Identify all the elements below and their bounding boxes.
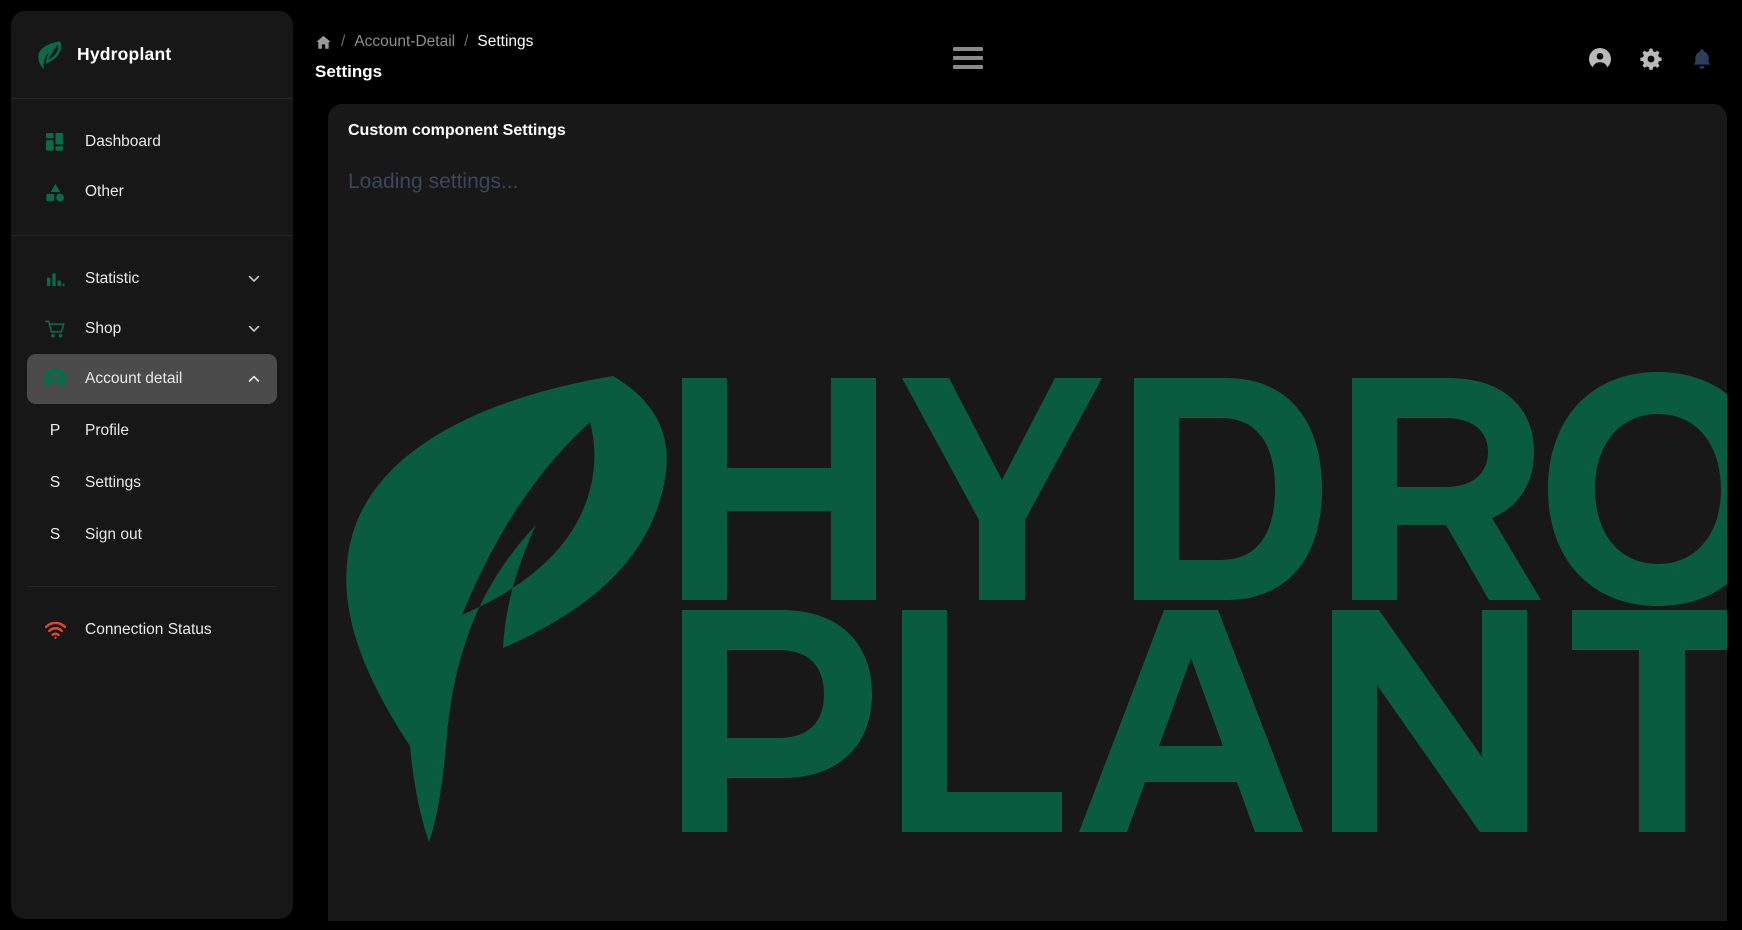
sidebar-subitem-label: Sign out	[85, 526, 142, 544]
sidebar-subitem-initial: S	[41, 526, 69, 544]
sidebar-footer-group: Connection Status	[11, 587, 293, 673]
wifi-icon	[41, 616, 69, 644]
hamburger-bar	[953, 65, 983, 69]
content-card: Custom component Settings Loading settin…	[328, 104, 1727, 921]
header-actions	[1588, 47, 1714, 71]
app-root: Hydroplant Dashboard	[0, 0, 1742, 930]
chevron-down-icon[interactable]	[245, 320, 263, 338]
sidebar-item-dashboard[interactable]: Dashboard	[27, 117, 277, 167]
card-title: Custom component Settings	[348, 122, 566, 140]
sidebar-item-label: Dashboard	[85, 133, 263, 151]
hamburger-menu-icon[interactable]	[953, 47, 983, 69]
chevron-down-icon[interactable]	[245, 270, 263, 288]
sidebar-item-account-detail[interactable]: Account detail	[27, 354, 277, 404]
sidebar-subitem-initial: P	[41, 422, 69, 440]
sidebar-item-label: Statistic	[85, 270, 245, 288]
leaf-icon	[346, 376, 666, 842]
breadcrumb-current: Settings	[477, 33, 533, 51]
sidebar-primary-group: Dashboard Other	[11, 99, 293, 236]
chevron-up-icon[interactable]	[245, 370, 263, 388]
page-title: Settings	[315, 62, 382, 82]
home-icon[interactable]	[315, 34, 332, 51]
brand-name: Hydroplant	[77, 44, 171, 65]
sidebar-item-shop[interactable]: Shop	[27, 304, 277, 354]
gear-icon[interactable]	[1639, 47, 1663, 71]
sidebar-item-connection-status[interactable]: Connection Status	[27, 605, 277, 655]
shapes-icon	[41, 178, 69, 206]
logo-text-plant	[682, 610, 1727, 832]
logo-text-hydro	[682, 372, 1727, 606]
top-header: / Account-Detail / Settings Settings	[293, 0, 1742, 100]
loading-status-text: Loading settings...	[348, 170, 518, 194]
sidebar-subitem-label: Profile	[85, 422, 129, 440]
hydroplant-logo	[328, 370, 1727, 850]
sidebar-nav-group: Statistic Shop	[11, 236, 293, 580]
hydroplant-watermark	[328, 370, 1727, 850]
breadcrumb-separator: /	[341, 33, 345, 51]
sidebar-item-label: Connection Status	[85, 621, 263, 639]
sidebar-subitem-initial: S	[41, 474, 69, 492]
breadcrumb: / Account-Detail / Settings	[315, 33, 533, 51]
sidebar-item-label: Other	[85, 183, 263, 201]
sidebar-item-other[interactable]: Other	[27, 167, 277, 217]
breadcrumb-parent[interactable]: Account-Detail	[354, 33, 455, 51]
account-circle-icon	[41, 365, 69, 393]
hamburger-bar	[953, 56, 983, 60]
shopping-cart-icon	[41, 315, 69, 343]
sidebar-brand[interactable]: Hydroplant	[11, 11, 293, 99]
account-circle-icon[interactable]	[1588, 47, 1612, 71]
breadcrumb-separator: /	[464, 33, 468, 51]
leaf-icon	[37, 40, 63, 70]
sidebar: Hydroplant Dashboard	[11, 11, 293, 919]
sidebar-item-statistic[interactable]: Statistic	[27, 254, 277, 304]
sidebar-subitem-label: Settings	[85, 474, 141, 492]
bar-chart-icon	[41, 265, 69, 293]
sidebar-subitem-sign-out[interactable]: S Sign out	[27, 510, 277, 560]
sidebar-subitem-settings[interactable]: S Settings	[27, 458, 277, 508]
sidebar-subitem-profile[interactable]: P Profile	[27, 406, 277, 456]
bell-icon[interactable]	[1690, 47, 1714, 71]
sidebar-item-label: Shop	[85, 320, 245, 338]
hamburger-bar	[953, 47, 983, 51]
sidebar-item-label: Account detail	[85, 370, 245, 388]
dashboard-grid-icon	[41, 128, 69, 156]
